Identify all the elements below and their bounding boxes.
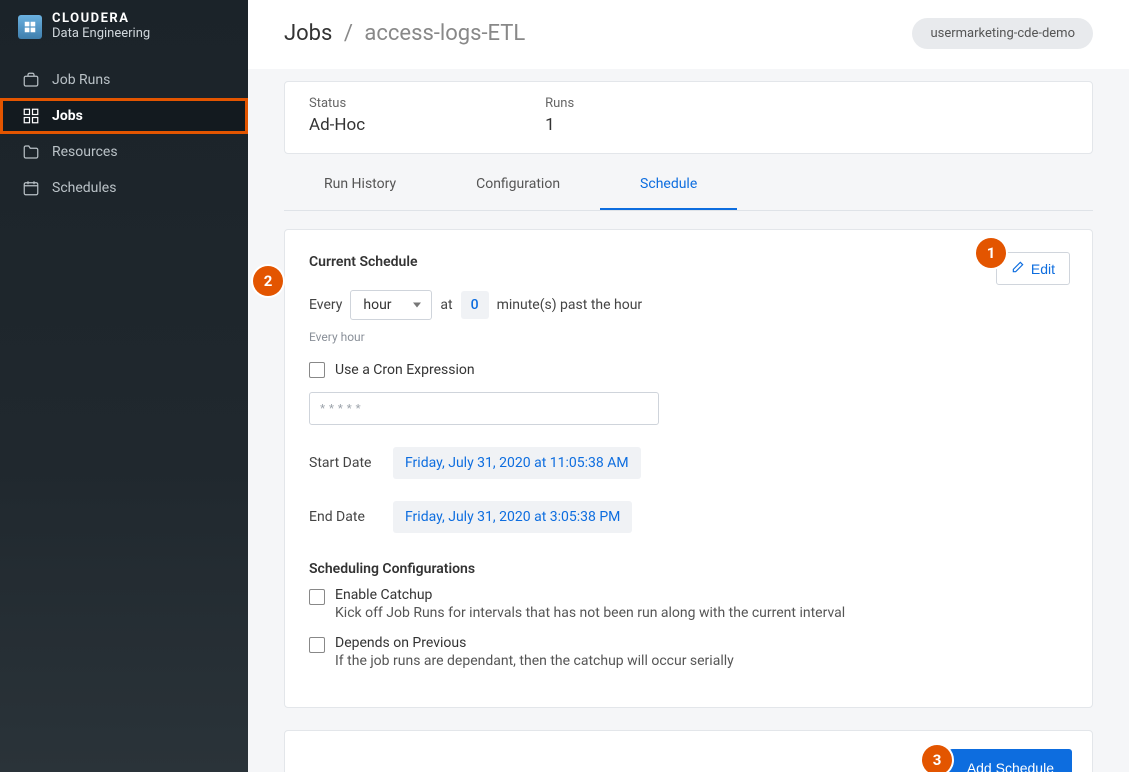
start-date-value[interactable]: Friday, July 31, 2020 at 11:05:38 AM xyxy=(393,447,641,479)
cron-input[interactable] xyxy=(309,392,659,425)
breadcrumb-root[interactable]: Jobs xyxy=(284,21,332,46)
edit-button-label: Edit xyxy=(1031,261,1055,277)
sidebar-item-label: Resources xyxy=(52,144,118,160)
brand: CLOUDERA Data Engineering xyxy=(0,0,248,56)
brand-top-label: CLOUDERA xyxy=(52,12,150,27)
status-label: Status xyxy=(309,96,365,111)
catchup-checkbox[interactable] xyxy=(309,589,325,605)
cron-checkbox[interactable] xyxy=(309,362,325,378)
sidebar-item-label: Schedules xyxy=(52,180,116,196)
interval-hint: Every hour xyxy=(309,330,1068,344)
cron-checkbox-row: Use a Cron Expression xyxy=(309,362,1068,378)
depends-desc: If the job runs are dependant, then the … xyxy=(335,653,734,669)
interval-unit-select[interactable]: hour xyxy=(350,290,432,320)
action-bar: 3 Add Schedule xyxy=(284,730,1093,772)
end-date-value[interactable]: Friday, July 31, 2020 at 3:05:38 PM xyxy=(393,501,632,533)
sidebar: CLOUDERA Data Engineering Job Runs Jobs xyxy=(0,0,248,772)
interval-row: Every hour at 0 minute(s) past the hour xyxy=(309,290,1068,320)
cron-checkbox-label: Use a Cron Expression xyxy=(335,362,475,378)
schedule-card: 1 2 Current Schedule Edit Every hour at … xyxy=(284,229,1093,708)
breadcrumb-current: access-logs-ETL xyxy=(364,21,525,46)
sidebar-item-jobs[interactable]: Jobs xyxy=(0,98,248,134)
pencil-icon xyxy=(1011,260,1025,277)
catchup-desc: Kick off Job Runs for intervals that has… xyxy=(335,605,845,621)
annotation-badge-2: 2 xyxy=(253,266,283,296)
minute-input[interactable]: 0 xyxy=(461,291,489,319)
start-date-label: Start Date xyxy=(309,455,381,471)
depends-title: Depends on Previous xyxy=(335,635,734,651)
sidebar-item-job-runs[interactable]: Job Runs xyxy=(0,62,248,98)
tabs: Run History Configuration Schedule xyxy=(284,160,1093,211)
brand-logo-icon xyxy=(18,15,42,39)
breadcrumb: Jobs / access-logs-ETL xyxy=(284,21,525,46)
folder-icon xyxy=(22,143,40,161)
breadcrumb-sep: / xyxy=(344,21,353,46)
brand-bottom-label: Data Engineering xyxy=(52,27,150,42)
main: Jobs / access-logs-ETL usermarketing-cde… xyxy=(248,0,1129,772)
end-date-row: End Date Friday, July 31, 2020 at 3:05:3… xyxy=(309,501,1068,533)
grid-icon xyxy=(22,107,40,125)
depends-checkbox[interactable] xyxy=(309,637,325,653)
tab-configuration[interactable]: Configuration xyxy=(436,160,600,210)
status-value: Ad-Hoc xyxy=(309,115,365,135)
action-card: 3 Add Schedule xyxy=(284,730,1093,772)
annotation-badge-1: 1 xyxy=(976,238,1006,268)
topbar: Jobs / access-logs-ETL usermarketing-cde… xyxy=(248,0,1129,69)
summary-card: Status Ad-Hoc Runs 1 xyxy=(284,81,1093,154)
add-schedule-button[interactable]: Add Schedule xyxy=(949,749,1072,772)
every-label: Every xyxy=(309,297,342,313)
catchup-title: Enable Catchup xyxy=(335,587,845,603)
user-pill[interactable]: usermarketing-cde-demo xyxy=(912,18,1093,49)
runs-label: Runs xyxy=(545,96,574,111)
tab-schedule[interactable]: Schedule xyxy=(600,160,737,210)
calendar-icon xyxy=(22,179,40,197)
briefcase-icon xyxy=(22,71,40,89)
sidebar-item-resources[interactable]: Resources xyxy=(0,134,248,170)
sidebar-item-label: Jobs xyxy=(52,108,83,124)
content: Status Ad-Hoc Runs 1 Run History Configu… xyxy=(248,69,1129,772)
runs-value: 1 xyxy=(545,115,574,135)
nav: Job Runs Jobs Resources Schedules xyxy=(0,62,248,206)
schedule-title: Current Schedule xyxy=(309,254,1068,270)
at-label: at xyxy=(440,297,452,313)
end-date-label: End Date xyxy=(309,509,381,525)
start-date-row: Start Date Friday, July 31, 2020 at 11:0… xyxy=(309,447,1068,479)
depends-row: Depends on Previous If the job runs are … xyxy=(309,635,1068,669)
minutes-suffix-label: minute(s) past the hour xyxy=(497,297,643,313)
sidebar-item-schedules[interactable]: Schedules xyxy=(0,170,248,206)
catchup-row: Enable Catchup Kick off Job Runs for int… xyxy=(309,587,1068,621)
edit-button[interactable]: Edit xyxy=(996,252,1070,285)
tab-run-history[interactable]: Run History xyxy=(284,160,436,210)
scheduling-config-title: Scheduling Configurations xyxy=(309,561,1068,577)
sidebar-item-label: Job Runs xyxy=(52,72,110,88)
annotation-badge-3: 3 xyxy=(922,745,952,772)
